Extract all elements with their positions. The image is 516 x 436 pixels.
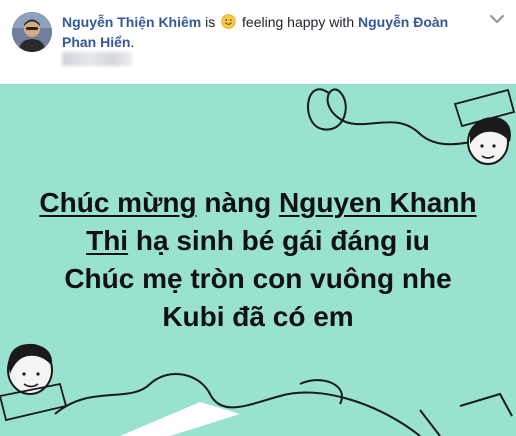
- message-underlined-name-end: Thi: [86, 225, 129, 256]
- header-period: .: [130, 34, 135, 50]
- message-text: nàng: [196, 187, 280, 218]
- message-line-3: Chúc mẹ tròn con vuông nhe: [64, 263, 452, 294]
- post-timestamp-blurred: [62, 52, 132, 66]
- message-underlined-name: Nguyen Khanh: [279, 187, 477, 218]
- message-line-1: Chúc mừng nàng Nguyen Khanh: [0, 184, 516, 222]
- smiley-face-icon: [221, 14, 236, 29]
- background-post-card: Chúc mừng nàng Nguyen Khanh Thi hạ sinh …: [0, 84, 516, 436]
- avatar-photo: [12, 12, 52, 52]
- message-line-2: Thi hạ sinh bé gái đáng iu: [0, 222, 516, 260]
- message-underlined-phrase: Chúc mừng: [39, 187, 197, 218]
- face-illustration-top-right-icon: [467, 117, 511, 165]
- message-text: hạ sinh bé gái đáng iu: [128, 225, 430, 256]
- chevron-down-icon[interactable]: [490, 14, 504, 24]
- feeling-label: feeling happy with: [242, 14, 355, 30]
- is-label: is: [205, 14, 216, 30]
- background-post-message: Chúc mừng nàng Nguyen Khanh Thi hạ sinh …: [0, 184, 516, 336]
- author-name-link[interactable]: Nguyễn Thiện Khiêm: [62, 14, 201, 30]
- author-avatar[interactable]: [12, 12, 52, 52]
- message-line-4: Kubi đã có em: [162, 301, 354, 332]
- post-header: Nguyễn Thiện Khiêm is feeling happy with…: [0, 0, 516, 84]
- post-header-text: Nguyễn Thiện Khiêm is feeling happy with…: [62, 12, 462, 52]
